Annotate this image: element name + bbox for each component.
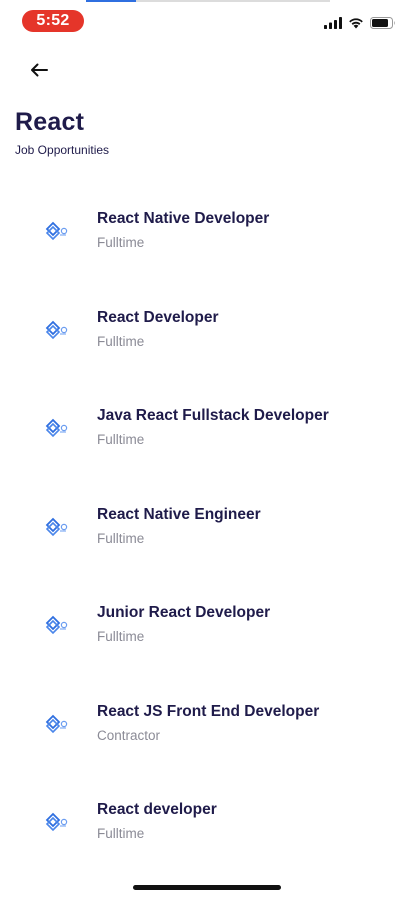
job-title: React Native Engineer xyxy=(97,505,261,523)
company-logo-icon xyxy=(45,615,68,635)
job-list-item[interactable]: Java React Fullstack Developer Fulltime xyxy=(0,395,416,494)
job-title: React Native Developer xyxy=(97,210,270,227)
status-bar: 5:52 xyxy=(0,0,416,44)
back-button[interactable] xyxy=(22,56,56,84)
status-time: 5:52 xyxy=(22,10,84,32)
job-list-item[interactable]: Junior React Developer Fulltime xyxy=(0,592,416,691)
job-type: Contractor xyxy=(97,727,161,743)
company-logo-icon xyxy=(45,418,68,438)
status-icons xyxy=(324,16,396,30)
job-type: Fulltime xyxy=(97,235,145,250)
page-title: React xyxy=(15,108,85,136)
wifi-icon xyxy=(349,18,363,29)
cellular-signal-icon xyxy=(324,17,342,29)
job-list-item[interactable]: React developer Fulltime xyxy=(0,789,416,888)
job-title: React JS Front End Developer xyxy=(97,702,320,720)
job-list: React Native Developer Fulltime React De… xyxy=(0,198,416,888)
job-list-item[interactable]: React Developer Fulltime xyxy=(0,297,416,396)
company-logo-icon xyxy=(45,320,68,339)
home-indicator[interactable] xyxy=(133,885,281,890)
job-title: React developer xyxy=(97,801,217,818)
job-type: Fulltime xyxy=(97,629,145,644)
arrow-left-icon xyxy=(31,63,48,77)
job-title: Java React Fullstack Developer xyxy=(97,407,329,424)
job-list-item[interactable]: React JS Front End Developer Contractor xyxy=(0,691,416,790)
job-list-item[interactable]: React Native Engineer Fulltime xyxy=(0,494,416,593)
company-logo-icon xyxy=(45,517,68,536)
job-title: Junior React Developer xyxy=(97,604,271,621)
job-type: Fulltime xyxy=(97,530,145,546)
job-title: React Developer xyxy=(97,308,219,326)
company-logo-icon xyxy=(45,714,68,733)
company-logo-icon xyxy=(45,812,68,832)
job-list-item[interactable]: React Native Developer Fulltime xyxy=(0,198,416,297)
job-type: Fulltime xyxy=(97,432,145,447)
job-type: Fulltime xyxy=(97,826,145,841)
company-logo-icon xyxy=(45,221,68,241)
battery-icon xyxy=(370,17,395,29)
job-type: Fulltime xyxy=(97,333,145,349)
page-subtitle: Job Opportunities xyxy=(15,143,110,157)
